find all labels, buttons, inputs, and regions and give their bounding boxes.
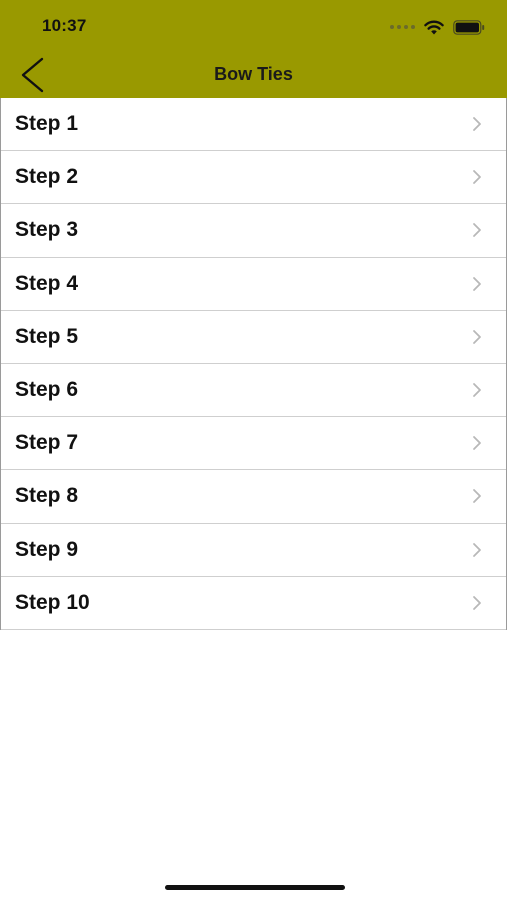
chevron-right-icon (473, 595, 481, 610)
list-item[interactable]: Step 3 (1, 204, 506, 258)
list-item-label: Step 8 (15, 484, 79, 508)
chevron-right-icon (473, 117, 481, 131)
list-item-label: Step 2 (15, 165, 79, 189)
list-item[interactable]: Step 1 (1, 98, 506, 152)
chevron-right-icon (473, 276, 481, 291)
list-item-label: Step 3 (15, 218, 79, 242)
wifi-icon (424, 20, 444, 35)
list-item[interactable]: Step 2 (1, 151, 506, 205)
step-list: Step 1 Step 2 Step 3 Step 4 Step 5 Step 6 Step… (0, 98, 507, 630)
list-item[interactable]: Step 10 (1, 576, 506, 630)
list-item-label: Step 10 (15, 590, 90, 614)
top-bar: 10:37 Bow Ties (0, 0, 507, 98)
app-screen: 10:37 Bow Ties Step 1 Step 2 Step 3 Step 4 (0, 0, 507, 900)
chevron-right-icon (473, 170, 481, 185)
list-item-label: Step 1 (15, 112, 79, 136)
chevron-right-icon (473, 542, 481, 557)
status-time: 10:37 (42, 16, 87, 35)
list-item-label: Step 4 (15, 271, 79, 295)
list-item[interactable]: Step 4 (1, 257, 506, 311)
list-item[interactable]: Step 9 (1, 523, 506, 577)
chevron-right-icon (473, 383, 481, 397)
home-indicator[interactable] (165, 885, 345, 890)
list-item[interactable]: Step 5 (1, 310, 506, 364)
list-item-label: Step 6 (15, 378, 79, 402)
list-item[interactable]: Step 6 (1, 363, 506, 418)
chevron-right-icon (473, 329, 481, 344)
chevron-right-icon (473, 489, 481, 504)
list-item-label: Step 7 (15, 431, 79, 455)
page-title: Bow Ties (214, 64, 293, 84)
list-item[interactable]: Step 7 (1, 417, 506, 471)
chevron-right-icon (473, 223, 481, 238)
list-item-label: Step 5 (15, 324, 79, 348)
battery-icon (453, 19, 485, 35)
status-icons (390, 17, 485, 37)
signal-dots-icon (390, 25, 415, 29)
list-item[interactable]: Step 8 (1, 470, 506, 524)
chevron-right-icon (473, 436, 481, 451)
list-item-label: Step 9 (15, 537, 79, 561)
